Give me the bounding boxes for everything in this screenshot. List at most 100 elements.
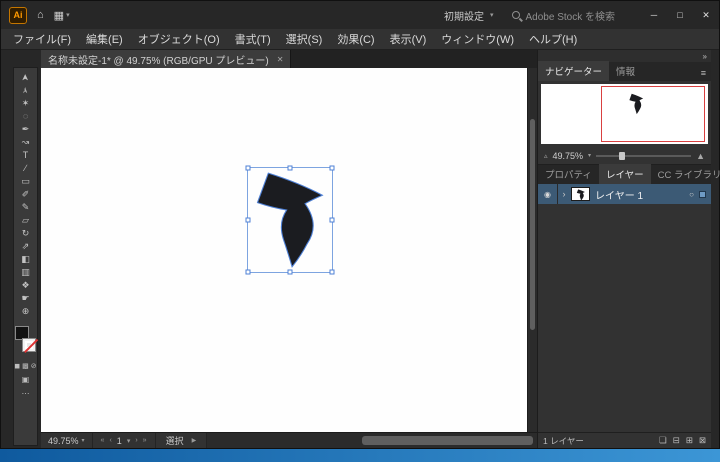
color-mode-icon[interactable]: ◼ [14, 362, 20, 370]
vertical-scrollbar-thumb[interactable] [530, 119, 535, 330]
last-artboard-icon[interactable]: » [143, 437, 147, 444]
horizontal-scrollbar[interactable] [207, 433, 537, 448]
layer-expand-chevron-icon[interactable]: › [558, 189, 570, 199]
menu-view[interactable]: 表示(V) [390, 31, 427, 47]
first-artboard-icon[interactable]: « [101, 437, 105, 444]
menu-file[interactable]: ファイル(F) [13, 31, 71, 47]
minimize-button[interactable]: ─ [641, 1, 667, 29]
type-tool[interactable]: T [14, 149, 37, 162]
curvature-tool[interactable]: ↝ [14, 136, 37, 149]
collapse-panels-icon[interactable]: » [703, 52, 707, 61]
navigator-view-rectangle[interactable] [601, 86, 705, 142]
workspace-label: 初期設定 [444, 8, 484, 23]
navigator-zoom-value[interactable]: 49.75% [553, 151, 584, 161]
line-segment-tool[interactable]: ∕ [14, 162, 37, 175]
artboard-number[interactable]: 1 [117, 436, 122, 446]
panel-menu-icon[interactable]: ≡ [696, 68, 711, 81]
eye-icon: ◉ [544, 190, 551, 199]
tab-cc-libraries[interactable]: CC ライブラリ [651, 164, 720, 184]
next-artboard-icon[interactable]: › [135, 437, 137, 444]
current-tool-label: 選択 [166, 434, 184, 447]
layer-target-icon[interactable]: ○ [689, 190, 694, 199]
layer-row[interactable]: ◉ › レイヤー 1 ○ [538, 184, 711, 204]
layer-selection-indicator[interactable] [699, 191, 706, 198]
paintbrush-tool[interactable]: ✐ [14, 188, 37, 201]
tab-navigator[interactable]: ナビゲーター [538, 61, 609, 81]
zoom-out-icon[interactable]: ▵ [544, 152, 548, 160]
document-tab[interactable]: 名称未設定-1* @ 49.75% (RGB/GPU プレビュー) ✕ [41, 50, 291, 68]
artboard-navigation: « ‹ 1 ▾ › » [93, 433, 156, 448]
horizontal-scrollbar-thumb[interactable] [362, 436, 533, 445]
maximize-button[interactable]: □ [667, 1, 693, 29]
rotate-tool[interactable]: ↻ [14, 227, 37, 240]
new-sublayer-icon[interactable]: ⊟ [673, 435, 680, 446]
hand-tool[interactable]: ☛ [14, 292, 37, 305]
new-layer-icon[interactable]: ⊞ [686, 435, 693, 446]
left-dock: ➤ ➢ ✶ ◌ ✒ ↝ T ∕ ▭ ✐ ✎ ▱ ↻ ⇗ ◧ ▥ ❖ [1, 50, 41, 448]
selection-handle[interactable] [246, 218, 251, 223]
close-button[interactable]: ✕ [693, 1, 719, 29]
layer-thumbnail[interactable] [571, 187, 590, 201]
current-tool-indicator[interactable]: 選択 ▶ [156, 433, 208, 448]
menu-type[interactable]: 書式(T) [235, 31, 271, 47]
eraser-tool[interactable]: ▱ [14, 214, 37, 227]
right-panel-dock: » ナビゲーター 情報 ≡ ▵ [537, 50, 719, 448]
menu-effect[interactable]: 効果(C) [337, 31, 374, 47]
selection-handle[interactable] [246, 270, 251, 275]
rectangle-tool[interactable]: ▭ [14, 175, 37, 188]
tab-close-icon[interactable]: ✕ [277, 55, 284, 64]
chevron-down-icon: ▾ [588, 152, 591, 159]
layer-count-label: 1 レイヤー [543, 435, 584, 447]
pencil-tool[interactable]: ✎ [14, 201, 37, 214]
collect-for-export-icon[interactable]: ❏ [659, 435, 667, 446]
zoom-level-dropdown[interactable]: 49.75% ▾ [41, 433, 93, 448]
zoom-in-icon[interactable]: ▲ [696, 151, 705, 161]
workspace-switcher[interactable]: 初期設定 ▾ [444, 8, 494, 23]
layers-panel-tabs: プロパティ レイヤー CC ライブラリ ≡ [538, 165, 711, 184]
none-mode-icon[interactable]: ⊘ [31, 362, 37, 370]
curved-arrow-artwork[interactable] [251, 170, 331, 271]
stock-search[interactable]: Adobe Stock を検索 [512, 8, 615, 23]
tab-info[interactable]: 情報 [609, 61, 642, 81]
scale-tool[interactable]: ⇗ [14, 240, 37, 253]
titlebar-right: 初期設定 ▾ Adobe Stock を検索 ─ □ ✕ [444, 1, 719, 29]
tab-layers[interactable]: レイヤー [599, 164, 651, 184]
layer-name[interactable]: レイヤー 1 [595, 187, 689, 202]
chevron-down-icon: ▾ [490, 11, 494, 19]
previous-artboard-icon[interactable]: ‹ [109, 437, 111, 444]
vertical-scrollbar[interactable] [527, 68, 537, 432]
eyedropper-tool[interactable]: ❖ [14, 279, 37, 292]
gradient-tool[interactable]: ▥ [14, 266, 37, 279]
layers-panel-footer: 1 レイヤー ❏ ⊟ ⊞ ⊠ [538, 432, 711, 448]
chevron-down-icon: ▾ [127, 437, 131, 445]
play-icon: ▶ [192, 437, 197, 444]
desktop-wallpaper [0, 449, 720, 462]
navigator-panel-tabs: ナビゲーター 情報 ≡ [538, 62, 711, 81]
zoom-slider[interactable] [596, 155, 691, 157]
stroke-color-swatch[interactable] [22, 338, 36, 352]
chevron-down-icon: ▾ [82, 437, 85, 444]
menu-edit[interactable]: 編集(E) [86, 31, 123, 47]
toolbar-ellipsis-icon[interactable]: ⋯ [22, 389, 30, 398]
shape-builder-tool[interactable]: ◧ [14, 253, 37, 266]
home-icon[interactable]: ⌂ [37, 9, 44, 21]
lasso-tool[interactable]: ◌ [14, 110, 37, 123]
menu-window[interactable]: ウィンドウ(W) [441, 31, 514, 47]
selection-handle[interactable] [246, 166, 251, 171]
direct-selection-tool[interactable]: ➢ [19, 79, 32, 102]
draw-mode-icon[interactable]: ▣ [22, 375, 30, 384]
tab-properties[interactable]: プロパティ [538, 164, 599, 184]
pen-tool[interactable]: ✒ [14, 123, 37, 136]
menu-object[interactable]: オブジェクト(O) [138, 31, 220, 47]
search-icon [512, 11, 520, 19]
delete-layer-icon[interactable]: ⊠ [699, 435, 706, 446]
menu-select[interactable]: 選択(S) [286, 31, 323, 47]
layer-visibility-toggle[interactable]: ◉ [538, 184, 558, 204]
grid-icon[interactable]: ▦ [54, 9, 64, 22]
artboard-canvas[interactable] [41, 68, 527, 432]
zoom-tool[interactable]: ⊕ [14, 305, 37, 318]
zoom-slider-thumb[interactable] [619, 152, 625, 160]
gradient-mode-icon[interactable]: ▩ [22, 362, 29, 370]
menu-help[interactable]: ヘルプ(H) [529, 31, 577, 47]
navigator-preview[interactable] [538, 81, 711, 147]
